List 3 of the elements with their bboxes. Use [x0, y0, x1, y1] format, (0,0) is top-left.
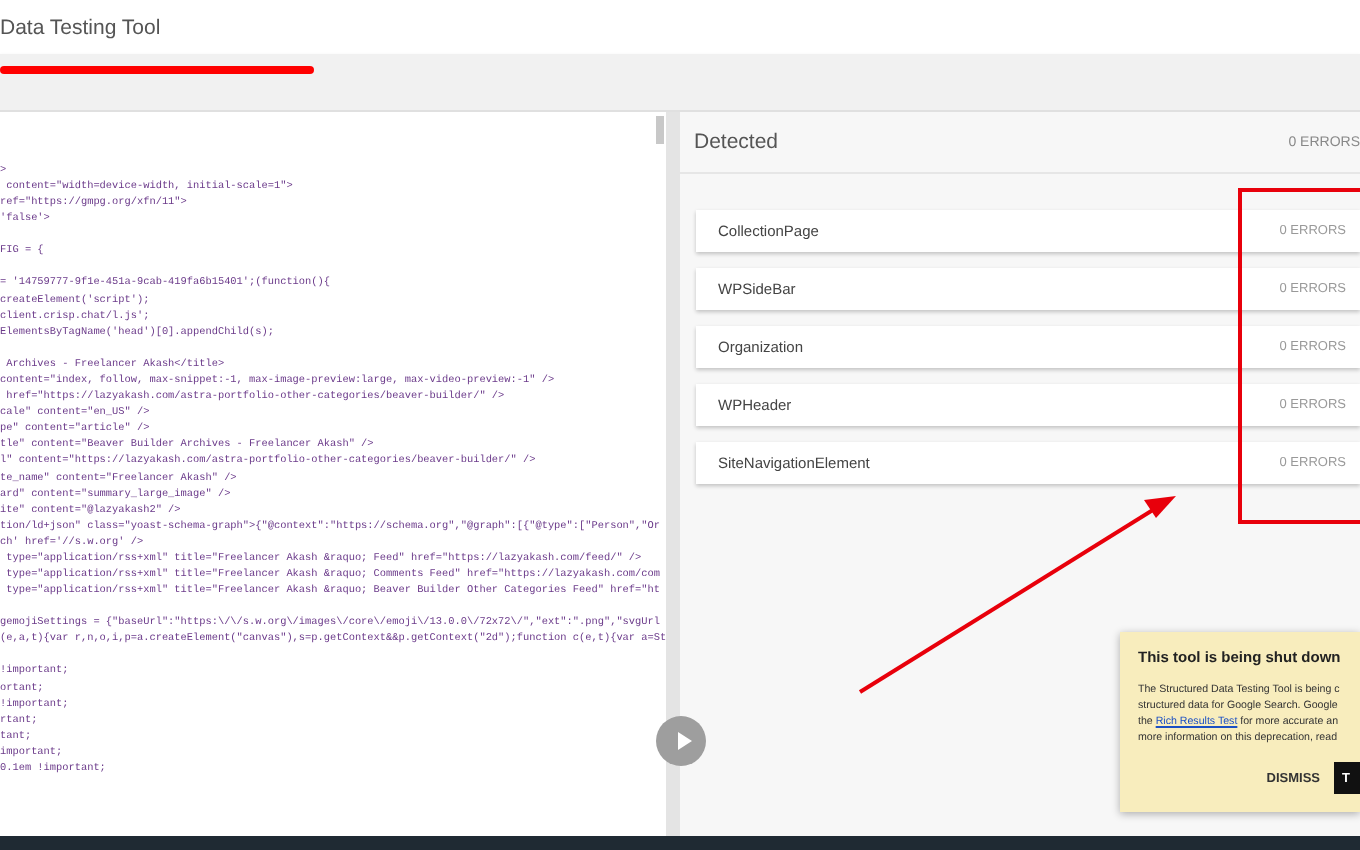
play-icon	[675, 732, 691, 750]
detected-heading: Detected	[694, 130, 779, 154]
app-title: Data Testing Tool	[0, 15, 161, 39]
